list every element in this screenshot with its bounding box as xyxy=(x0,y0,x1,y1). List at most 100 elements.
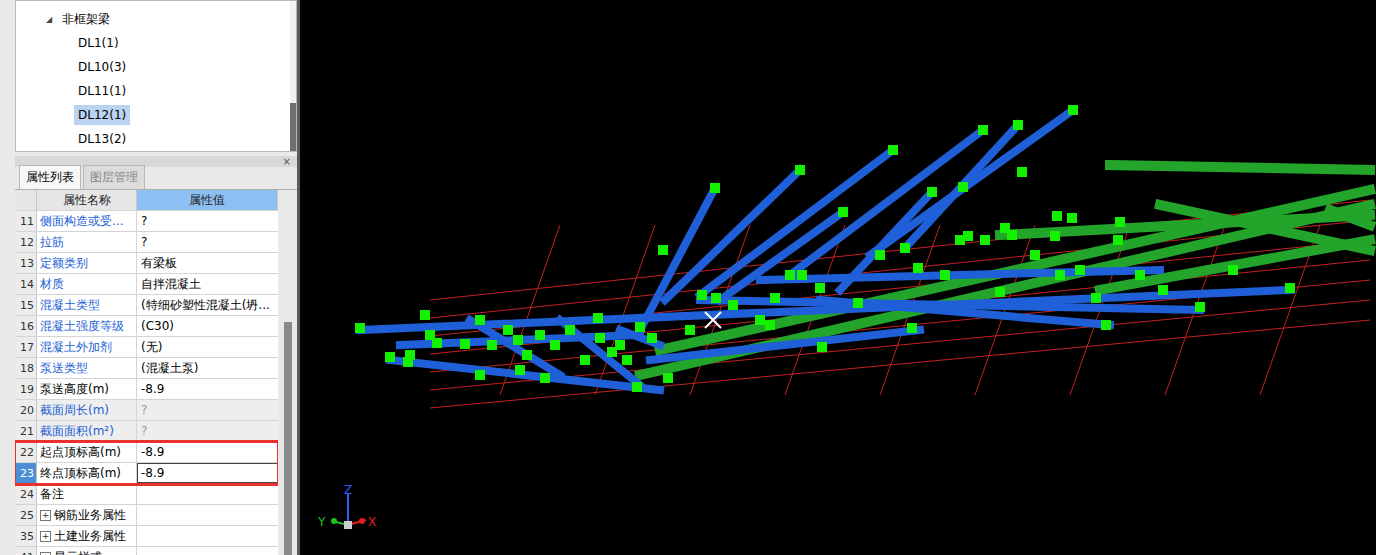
property-row[interactable]: 25+钢筋业务属性 xyxy=(15,505,278,526)
row-number: 15 xyxy=(15,295,37,315)
property-row[interactable]: 35+土建业务属性 xyxy=(15,526,278,547)
property-value[interactable]: (C30) xyxy=(137,316,278,336)
left-panel: ◢ 非框架梁DL1(1)DL10(3)DL11(1) DL12(1) DL13(2) ×… xyxy=(0,0,297,555)
svg-text:Z: Z xyxy=(344,483,352,497)
property-row[interactable]: 23终点顶标高(m)-8.9 xyxy=(15,463,278,484)
highlight-box: 22起点顶标高(m)-8.923终点顶标高(m)-8.9 xyxy=(15,442,278,484)
property-name: 备注 xyxy=(37,484,137,504)
row-number: 16 xyxy=(15,316,37,336)
cursor-icon xyxy=(705,312,721,328)
property-name: 混凝土外加剂 xyxy=(37,337,137,357)
property-value[interactable]: ? xyxy=(137,211,278,231)
property-value[interactable] xyxy=(137,526,278,546)
column-header xyxy=(15,190,37,210)
property-value[interactable]: (特细砂塑性混凝土(坍... xyxy=(137,295,278,315)
row-number: 25 xyxy=(15,505,37,525)
tree-label: DL11(1) xyxy=(74,81,130,101)
property-name: 定额类别 xyxy=(37,253,137,273)
row-number: 21 xyxy=(15,421,37,441)
property-row[interactable]: 41+显示样式 xyxy=(15,547,278,555)
property-table: 属性名称属性值11侧面构造或受...?12拉筋?13定额类别有梁板14材质自拌混… xyxy=(15,190,278,555)
row-number: 13 xyxy=(15,253,37,273)
property-row[interactable]: 24备注 xyxy=(15,484,278,505)
row-number: 20 xyxy=(15,400,37,420)
svg-text:X: X xyxy=(368,515,376,529)
tree-item[interactable]: DL12(1) xyxy=(16,103,290,127)
panel-tab[interactable]: 图层管理 xyxy=(83,165,145,189)
property-name: 材质 xyxy=(37,274,137,294)
property-row[interactable]: 16混凝土强度等级(C30) xyxy=(15,316,278,337)
property-name: +钢筋业务属性 xyxy=(37,505,137,525)
property-row[interactable]: 14材质自拌混凝土 xyxy=(15,274,278,295)
model-view[interactable]: Z Y X xyxy=(300,0,1376,555)
property-name: 起点顶标高(m) xyxy=(37,442,137,462)
tree-label: DL12(1) xyxy=(74,105,130,125)
property-row[interactable]: 20截面周长(m)? xyxy=(15,400,278,421)
property-name: 泵送高度(m) xyxy=(37,379,137,399)
property-value[interactable]: (混凝土泵) xyxy=(137,358,278,378)
column-header: 属性值 xyxy=(137,190,278,210)
property-name: 截面面积(m²) xyxy=(37,421,137,441)
property-value[interactable]: 自拌混凝土 xyxy=(137,274,278,294)
row-number: 23 xyxy=(15,463,37,483)
property-value[interactable]: ? xyxy=(137,421,278,441)
row-number: 19 xyxy=(15,379,37,399)
property-value[interactable]: 有梁板 xyxy=(137,253,278,273)
property-value[interactable]: -8.9 xyxy=(137,442,278,462)
expand-toggle-icon[interactable]: ◢ xyxy=(46,15,52,24)
svg-text:Y: Y xyxy=(317,515,326,529)
property-name: 终点顶标高(m) xyxy=(37,463,137,483)
app: ◢ 非框架梁DL1(1)DL10(3)DL11(1) DL12(1) DL13(2) ×… xyxy=(0,0,1376,555)
property-name: 泵送类型 xyxy=(37,358,137,378)
panel-tabs: 属性列表图层管理 xyxy=(15,167,297,190)
tree-label: 非框架梁 xyxy=(58,8,114,31)
tree-scrollbar[interactable] xyxy=(290,1,296,151)
tree-group[interactable]: ◢ 非框架梁 xyxy=(16,7,290,31)
row-number: 24 xyxy=(15,484,37,504)
property-value[interactable] xyxy=(137,484,278,504)
row-number: 41 xyxy=(15,547,37,555)
property-row[interactable]: 21截面面积(m²)? xyxy=(15,421,278,442)
close-button[interactable]: × xyxy=(283,156,291,167)
property-name: +土建业务属性 xyxy=(37,526,137,546)
row-number: 14 xyxy=(15,274,37,294)
property-value[interactable] xyxy=(137,505,278,525)
property-row[interactable]: 12拉筋? xyxy=(15,232,278,253)
tree-label: DL1(1) xyxy=(74,33,123,53)
property-value[interactable]: (无) xyxy=(137,337,278,357)
property-row[interactable]: 13定额类别有梁板 xyxy=(15,253,278,274)
property-name: 拉筋 xyxy=(37,232,137,252)
viewport[interactable]: Z Y X xyxy=(300,0,1376,555)
expand-icon[interactable]: + xyxy=(40,510,51,521)
table-scrollbar[interactable] xyxy=(278,190,297,555)
property-row[interactable]: 22起点顶标高(m)-8.9 xyxy=(15,442,278,463)
property-value[interactable] xyxy=(137,547,278,555)
property-row[interactable]: 19泵送高度(m)-8.9 xyxy=(15,379,278,400)
blue-beams xyxy=(360,110,1290,390)
component-tree: ◢ 非框架梁DL1(1)DL10(3)DL11(1) DL12(1) DL13(2) xyxy=(15,0,297,152)
tree-item[interactable]: DL11(1) xyxy=(16,79,290,103)
expand-icon[interactable]: + xyxy=(40,552,51,555)
property-name: 混凝土类型 xyxy=(37,295,137,315)
property-value[interactable]: -8.9 xyxy=(137,379,278,399)
column-header: 属性名称 xyxy=(37,190,137,210)
tree-item[interactable]: DL1(1) xyxy=(16,31,290,55)
tree-item[interactable]: DL10(3) xyxy=(16,55,290,79)
property-name: 侧面构造或受... xyxy=(37,211,137,231)
property-row[interactable]: 17混凝土外加剂(无) xyxy=(15,337,278,358)
green-beams xyxy=(640,165,1370,375)
property-value[interactable]: -8.9 xyxy=(137,463,278,483)
property-row[interactable]: 15混凝土类型(特细砂塑性混凝土(坍... xyxy=(15,295,278,316)
panel-tab[interactable]: 属性列表 xyxy=(19,165,81,189)
row-number: 11 xyxy=(15,211,37,231)
property-name: +显示样式 xyxy=(37,547,137,555)
property-value[interactable]: ? xyxy=(137,400,278,420)
expand-icon[interactable]: + xyxy=(40,531,51,542)
grip-points xyxy=(355,105,1295,392)
tree-item[interactable]: DL13(2) xyxy=(16,127,290,151)
property-row[interactable]: 18泵送类型(混凝土泵) xyxy=(15,358,278,379)
property-value[interactable]: ? xyxy=(137,232,278,252)
property-row[interactable]: 11侧面构造或受...? xyxy=(15,211,278,232)
row-number: 17 xyxy=(15,337,37,357)
tree-label: DL13(2) xyxy=(74,129,130,149)
